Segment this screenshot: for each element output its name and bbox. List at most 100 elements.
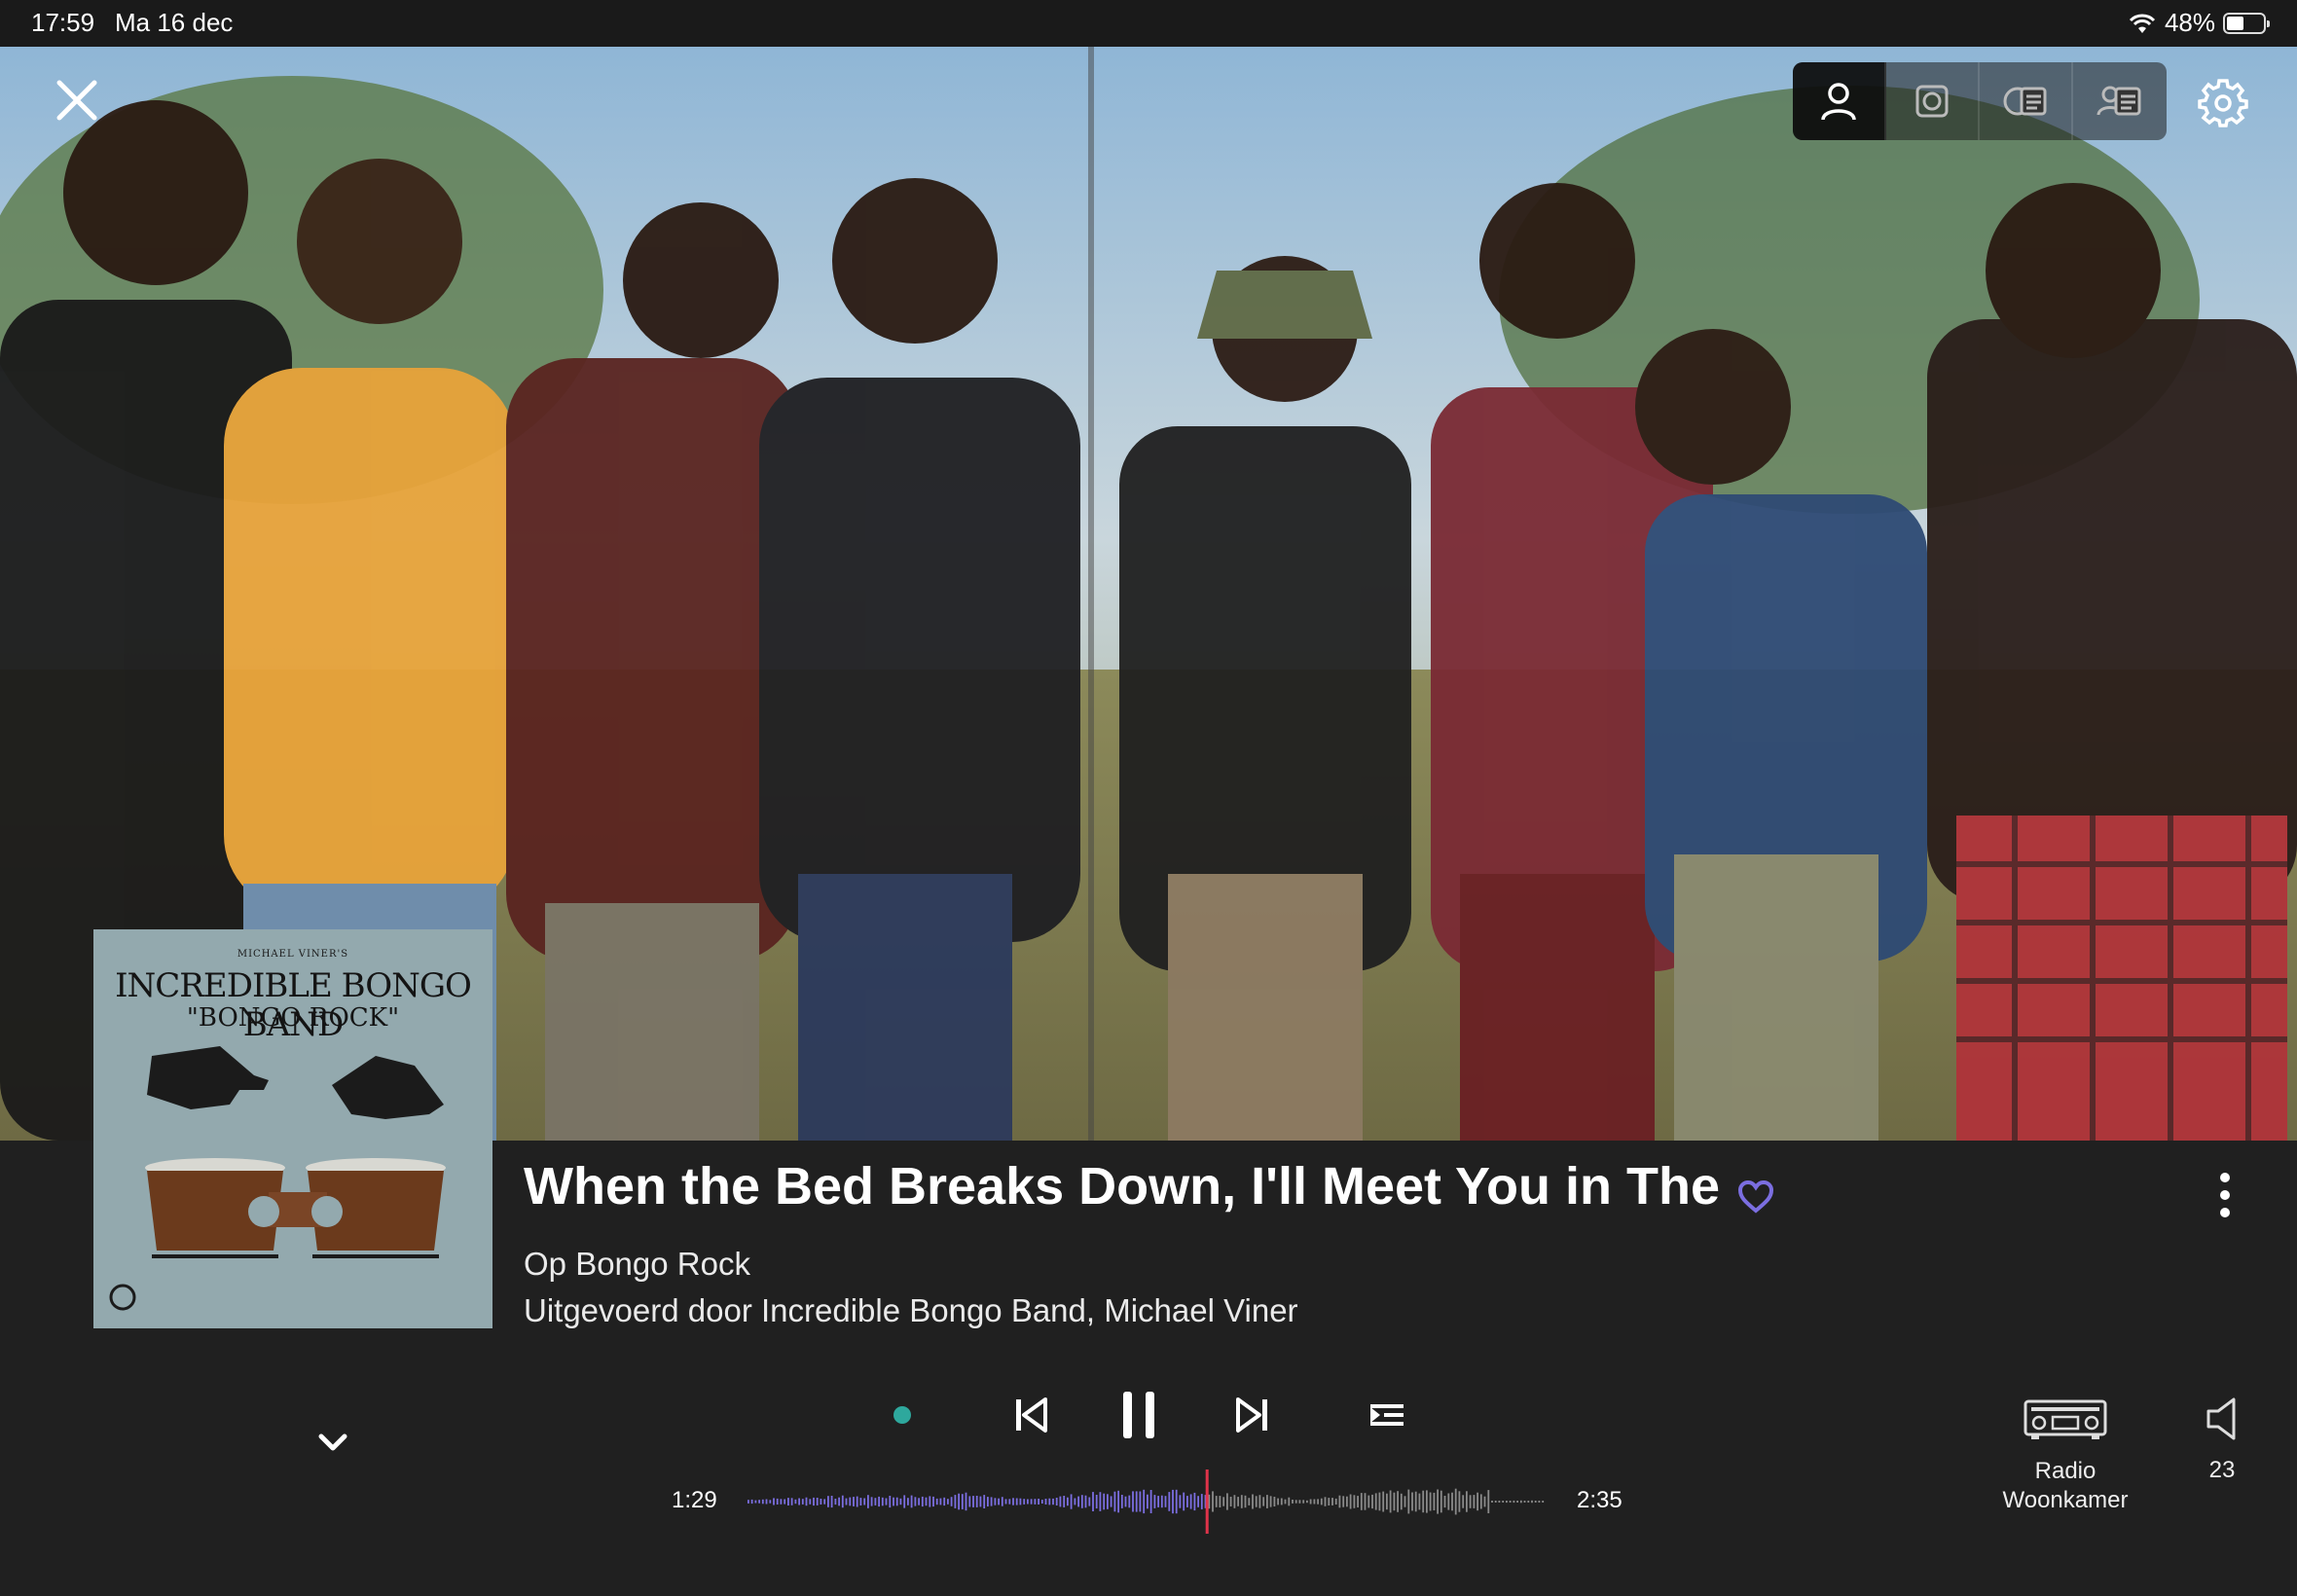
waveform-bar <box>1292 1500 1294 1504</box>
waveform-bar <box>1342 1496 1345 1507</box>
waveform-bar <box>1334 1498 1337 1505</box>
cover-subtitle: "BONGO ROCK" <box>186 1003 400 1033</box>
waveform-bar <box>758 1500 760 1504</box>
waveform-bar <box>1328 1498 1331 1505</box>
waveform-bar <box>1248 1498 1251 1505</box>
waveform-bar <box>1378 1492 1381 1511</box>
connection-status-dot <box>893 1406 911 1424</box>
waveform-bar <box>1466 1491 1468 1512</box>
waveform-bar <box>1229 1497 1232 1506</box>
waveform-bar <box>1052 1498 1054 1505</box>
speaker-icon <box>2206 1397 2236 1440</box>
waveform-bar <box>1531 1500 1533 1504</box>
view-disc-button[interactable] <box>1886 62 1980 140</box>
waveform-seekbar[interactable] <box>747 1469 1546 1534</box>
waveform-bar <box>1055 1498 1058 1505</box>
waveform-bar <box>1367 1495 1370 1508</box>
waveform-bar <box>1004 1499 1007 1505</box>
waveform-bar <box>1219 1496 1221 1507</box>
view-album-info-button[interactable] <box>1980 62 2073 140</box>
volume-button[interactable]: 23 <box>2188 1396 2256 1484</box>
view-artist-info-button[interactable] <box>2073 62 2167 140</box>
waveform-bar <box>1538 1501 1541 1503</box>
waveform-bar <box>787 1498 789 1505</box>
waveform-bar <box>1160 1495 1163 1508</box>
pause-button[interactable] <box>1117 1386 1160 1449</box>
album-cover[interactable]: MICHAEL VINER'S INCREDIBLE BONGO BAND "B… <box>93 929 492 1328</box>
artist-credits[interactable]: Uitgevoerd door Incredible Bongo Band, M… <box>524 1292 1298 1329</box>
waveform-bar <box>827 1496 829 1507</box>
view-artist-button[interactable] <box>1793 62 1886 140</box>
waveform-bar <box>958 1493 960 1510</box>
next-button[interactable] <box>1232 1386 1271 1449</box>
waveform-bar <box>1426 1490 1428 1513</box>
output-device-button[interactable]: Radio Woonkamer <box>1982 1396 2149 1515</box>
cover-art-bongos <box>109 1046 446 1311</box>
waveform-bar <box>1313 1499 1316 1505</box>
output-device-name: Radio Woonkamer <box>2002 1458 2129 1513</box>
playhead[interactable] <box>1205 1469 1209 1534</box>
more-options-button[interactable] <box>2209 1168 2241 1222</box>
waveform-bar <box>1542 1501 1545 1503</box>
waveform-bar <box>1040 1500 1043 1504</box>
waveform-bar <box>769 1500 772 1504</box>
waveform-bar <box>1255 1496 1258 1507</box>
waveform-bar <box>983 1495 986 1508</box>
pause-icon <box>1123 1392 1154 1438</box>
waveform-bar <box>1389 1490 1392 1513</box>
waveform-bar <box>870 1497 873 1506</box>
waveform-bar <box>1147 1494 1148 1509</box>
waveform-bar <box>1139 1491 1142 1512</box>
view-toggle <box>1793 62 2167 140</box>
waveform-bar <box>1143 1489 1146 1514</box>
waveform-bar <box>1364 1493 1367 1510</box>
album-name[interactable]: Op Bongo Rock <box>524 1246 750 1283</box>
waveform-bar <box>1433 1492 1436 1510</box>
waveform-bar <box>1080 1495 1083 1508</box>
waveform-bar <box>1451 1492 1453 1511</box>
waveform-bar <box>1458 1491 1461 1512</box>
waveform-bar <box>987 1497 989 1506</box>
previous-button[interactable] <box>1012 1386 1051 1449</box>
waveform-bar <box>1346 1496 1348 1507</box>
current-time: 1:29 <box>672 1487 717 1513</box>
waveform-bar <box>1240 1495 1243 1508</box>
waveform-bar <box>1168 1492 1171 1511</box>
waveform-bar <box>856 1496 858 1507</box>
waveform-bar <box>823 1499 826 1505</box>
waveform-bar <box>1088 1497 1091 1506</box>
battery-fill <box>2227 16 2244 30</box>
favorite-button[interactable] <box>1736 1179 1775 1215</box>
receiver-icon <box>2024 1399 2107 1439</box>
queue-button[interactable] <box>1367 1386 1407 1449</box>
waveform-bar <box>1422 1490 1425 1513</box>
total-time: 2:35 <box>1577 1487 1622 1513</box>
close-button[interactable] <box>51 74 103 127</box>
settings-button[interactable] <box>2196 76 2250 130</box>
waveform-bar <box>776 1498 779 1505</box>
waveform-bar <box>1374 1493 1377 1510</box>
waveform-bar <box>801 1499 804 1505</box>
waveform-bar <box>1447 1493 1450 1510</box>
waveform-bar <box>1048 1498 1051 1505</box>
waveform-bar <box>1437 1489 1439 1514</box>
waveform-bar <box>1175 1489 1178 1514</box>
status-time: 17:59 <box>31 8 95 37</box>
waveform-bar <box>1132 1491 1134 1512</box>
waveform-bar <box>1183 1492 1185 1511</box>
waveform-bar <box>1280 1498 1283 1505</box>
waveform-bar <box>1357 1496 1359 1507</box>
waveform-bar <box>947 1499 949 1505</box>
waveform-bar <box>813 1497 815 1506</box>
waveform-bar <box>950 1497 953 1506</box>
collapse-button[interactable] <box>315 1429 350 1456</box>
waveform-bar <box>1360 1493 1363 1510</box>
waveform-bar <box>965 1492 967 1511</box>
waveform-bar <box>979 1496 982 1507</box>
waveform-bar <box>1030 1499 1033 1505</box>
waveform-bar <box>1117 1490 1119 1513</box>
waveform-bar <box>841 1495 844 1508</box>
waveform-bar <box>874 1498 877 1505</box>
battery-percent: 48% <box>2164 8 2215 37</box>
waveform-bar <box>1487 1490 1490 1513</box>
